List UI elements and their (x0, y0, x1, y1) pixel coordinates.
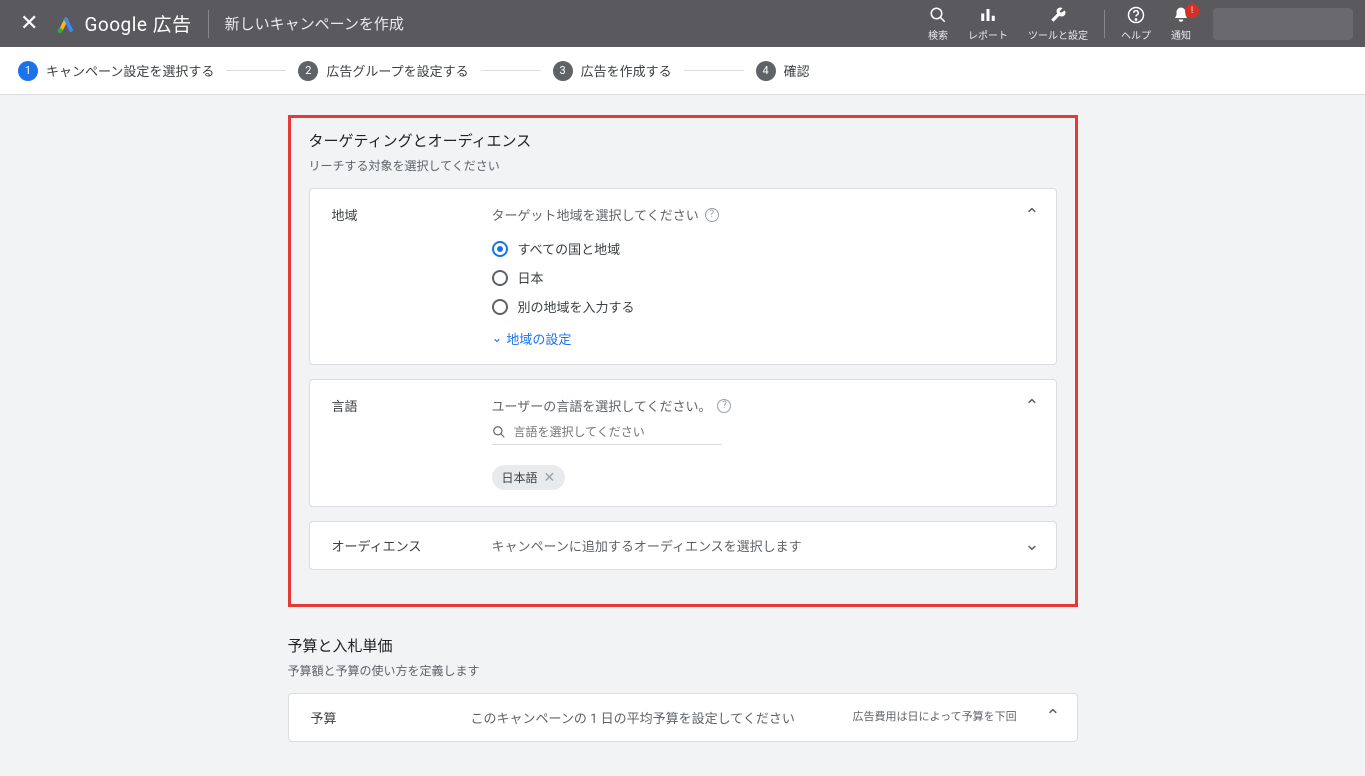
language-search[interactable] (492, 425, 722, 445)
language-chip-japanese: 日本語 ✕ (492, 465, 566, 490)
language-label: 言語 (332, 396, 492, 490)
radio-icon (492, 270, 508, 286)
expand-icon[interactable]: ⌃ (1045, 706, 1060, 727)
help-icon[interactable]: ? (705, 208, 719, 222)
region-hint: ターゲット地域を選択してください (492, 205, 699, 224)
wrench-icon (1049, 6, 1067, 24)
targeting-subtitle: リーチする対象を選択してください (309, 157, 1057, 174)
audience-desc: キャンペーンに追加するオーディエンスを選択します (492, 536, 1034, 555)
step-1[interactable]: 1 キャンペーン設定を選択する (18, 61, 214, 81)
targeting-highlight: ターゲティングとオーディエンス リーチする対象を選択してください 地域 ターゲッ… (288, 115, 1078, 607)
language-input[interactable] (514, 425, 722, 439)
divider (208, 10, 209, 38)
nav-notify[interactable]: ! 通知 (1161, 6, 1201, 42)
region-card: 地域 ターゲット地域を選択してください ? すべての国と地域 日本 (309, 188, 1057, 365)
stepper: 1 キャンペーン設定を選択する 2 広告グループを設定する 3 広告を作成する … (0, 47, 1365, 95)
step-4[interactable]: 4 確認 (756, 61, 810, 81)
region-settings-link[interactable]: ⌄ 地域の設定 (492, 329, 1034, 348)
budget-label: 予算 (311, 708, 471, 727)
nav-tools[interactable]: ツールと設定 (1018, 6, 1098, 42)
report-icon (979, 6, 997, 24)
radio-all-countries[interactable]: すべての国と地域 (492, 234, 1034, 263)
notify-badge: ! (1185, 4, 1199, 18)
nav-report[interactable]: レポート (958, 6, 1018, 42)
language-card: 言語 ユーザーの言語を選択してください。 ? 日本語 ✕ ⌃ (309, 379, 1057, 507)
audience-card[interactable]: オーディエンス キャンペーンに追加するオーディエンスを選択します ⌄ (309, 521, 1057, 570)
help-icon (1127, 6, 1145, 24)
top-bar: ✕ Google 広告 新しいキャンペーンを作成 検索 レポート ツールと設定 … (0, 0, 1365, 47)
nav-search[interactable]: 検索 (918, 6, 958, 42)
search-icon (492, 425, 506, 439)
divider (1104, 10, 1105, 38)
help-icon[interactable]: ? (717, 399, 731, 413)
region-label: 地域 (332, 205, 492, 348)
step-3[interactable]: 3 広告を作成する (553, 61, 672, 81)
close-icon[interactable]: ✕ (12, 7, 46, 40)
collapse-icon[interactable]: ⌃ (1024, 205, 1039, 226)
language-hint: ユーザーの言語を選択してください。 (492, 396, 712, 415)
budget-section: 予算と入札単価 予算額と予算の使い方を定義します 予算 このキャンペーンの 1 … (288, 635, 1078, 742)
targeting-title: ターゲティングとオーディエンス (309, 130, 1057, 151)
chip-remove-icon[interactable]: ✕ (544, 470, 556, 486)
step-2[interactable]: 2 広告グループを設定する (298, 61, 468, 81)
search-icon (929, 6, 947, 24)
radio-japan[interactable]: 日本 (492, 263, 1034, 292)
account-menu[interactable] (1213, 8, 1353, 40)
budget-card[interactable]: 予算 このキャンペーンの 1 日の平均予算を設定してください 広告費用は日によっ… (288, 693, 1078, 742)
audience-label: オーディエンス (332, 536, 492, 555)
chevron-down-icon: ⌄ (492, 331, 503, 346)
budget-info: 広告費用は日によって予算を下回 (853, 708, 1033, 724)
brand-text: Google 広告 (84, 10, 191, 37)
nav-help[interactable]: ヘルプ (1111, 6, 1161, 42)
main: ターゲティングとオーディエンス リーチする対象を選択してください 地域 ターゲッ… (0, 95, 1365, 776)
expand-icon[interactable]: ⌄ (1024, 534, 1039, 555)
page-title: 新しいキャンペーンを作成 (225, 13, 404, 34)
radio-other-region[interactable]: 別の地域を入力する (492, 292, 1034, 321)
radio-icon (492, 299, 508, 315)
collapse-icon[interactable]: ⌃ (1024, 396, 1039, 417)
budget-title: 予算と入札単価 (288, 635, 1078, 656)
budget-subtitle: 予算額と予算の使い方を定義します (288, 662, 1078, 679)
radio-icon (492, 241, 508, 257)
google-ads-logo-icon (56, 14, 76, 34)
